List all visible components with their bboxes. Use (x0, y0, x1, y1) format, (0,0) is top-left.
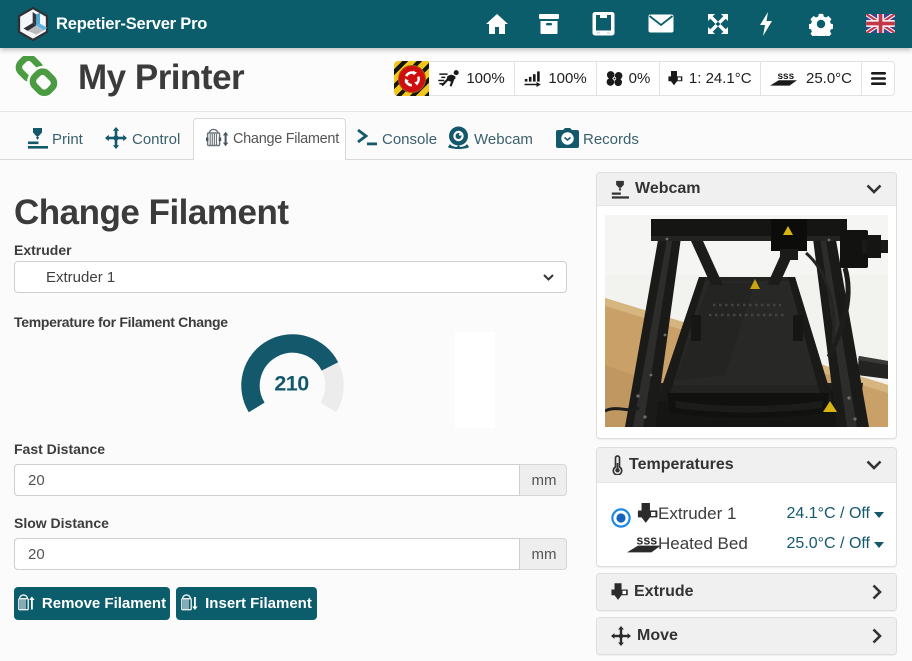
svg-text:210: 210 (274, 372, 309, 396)
svg-text:sss: sss (636, 534, 657, 547)
